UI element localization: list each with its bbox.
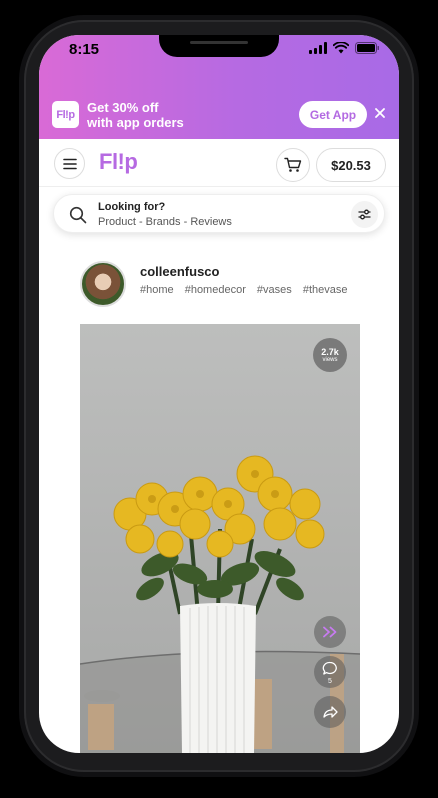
flowers-vase-image bbox=[80, 455, 360, 753]
post-author-row: colleenfusco #home #homedecor #vases #th… bbox=[80, 261, 380, 307]
status-time: 8:15 bbox=[69, 41, 100, 58]
app-header: Fl!p $20.53 bbox=[39, 139, 399, 187]
cellular-signal-icon bbox=[309, 42, 327, 54]
comments-button[interactable]: 5 bbox=[314, 656, 346, 688]
flip-logo[interactable]: Fl!p bbox=[99, 149, 138, 175]
double-chevron-right-icon bbox=[323, 626, 337, 638]
post-username[interactable]: colleenfusco bbox=[140, 264, 219, 279]
avatar[interactable] bbox=[80, 261, 126, 307]
app-promo-banner: Fl!p Get 30% off with app orders Get App bbox=[39, 92, 399, 138]
battery-icon bbox=[355, 42, 379, 54]
filter-icon bbox=[358, 209, 371, 220]
search-bar[interactable]: Looking for? Product - Brands - Reviews bbox=[53, 194, 385, 233]
comment-count: 5 bbox=[328, 678, 332, 685]
views-badge: 2.7k views bbox=[313, 338, 347, 372]
phone-notch bbox=[159, 35, 279, 57]
filter-button[interactable] bbox=[351, 201, 378, 228]
cart-icon bbox=[284, 157, 302, 172]
get-app-button[interactable]: Get App bbox=[299, 101, 367, 128]
share-arrow-icon bbox=[323, 706, 338, 718]
status-icons bbox=[309, 42, 379, 54]
post-image[interactable]: 2.7k views 5 bbox=[80, 324, 360, 753]
views-count: 2.7k bbox=[321, 346, 339, 357]
tag-item[interactable]: #homedecor bbox=[185, 284, 246, 296]
banner-line-2: with app orders bbox=[87, 115, 184, 130]
balance-button[interactable]: $20.53 bbox=[316, 148, 386, 182]
post-tags: #home #homedecor #vases #thevase bbox=[140, 284, 356, 296]
banner-text: Get 30% off with app orders bbox=[87, 100, 184, 130]
share-button[interactable] bbox=[314, 696, 346, 728]
search-subtitle: Product - Brands - Reviews bbox=[98, 216, 232, 228]
hamburger-icon bbox=[62, 158, 77, 169]
search-icon bbox=[69, 206, 87, 224]
tag-item[interactable]: #vases bbox=[257, 284, 292, 296]
banner-logo: Fl!p bbox=[52, 101, 79, 128]
menu-button[interactable] bbox=[54, 148, 85, 179]
comment-bubble-icon bbox=[322, 661, 337, 675]
search-title: Looking for? bbox=[98, 201, 166, 213]
fast-forward-button[interactable] bbox=[314, 616, 346, 648]
close-icon[interactable] bbox=[373, 106, 387, 120]
banner-line-1: Get 30% off bbox=[87, 100, 159, 115]
cart-button[interactable] bbox=[276, 148, 310, 182]
tag-item[interactable]: #thevase bbox=[303, 284, 348, 296]
tag-item[interactable]: #home bbox=[140, 284, 174, 296]
views-label: views bbox=[322, 356, 338, 363]
app-screen: 8:15 Fl!p Get 30% off with app orders Ge… bbox=[39, 35, 399, 753]
wifi-icon bbox=[333, 42, 349, 54]
